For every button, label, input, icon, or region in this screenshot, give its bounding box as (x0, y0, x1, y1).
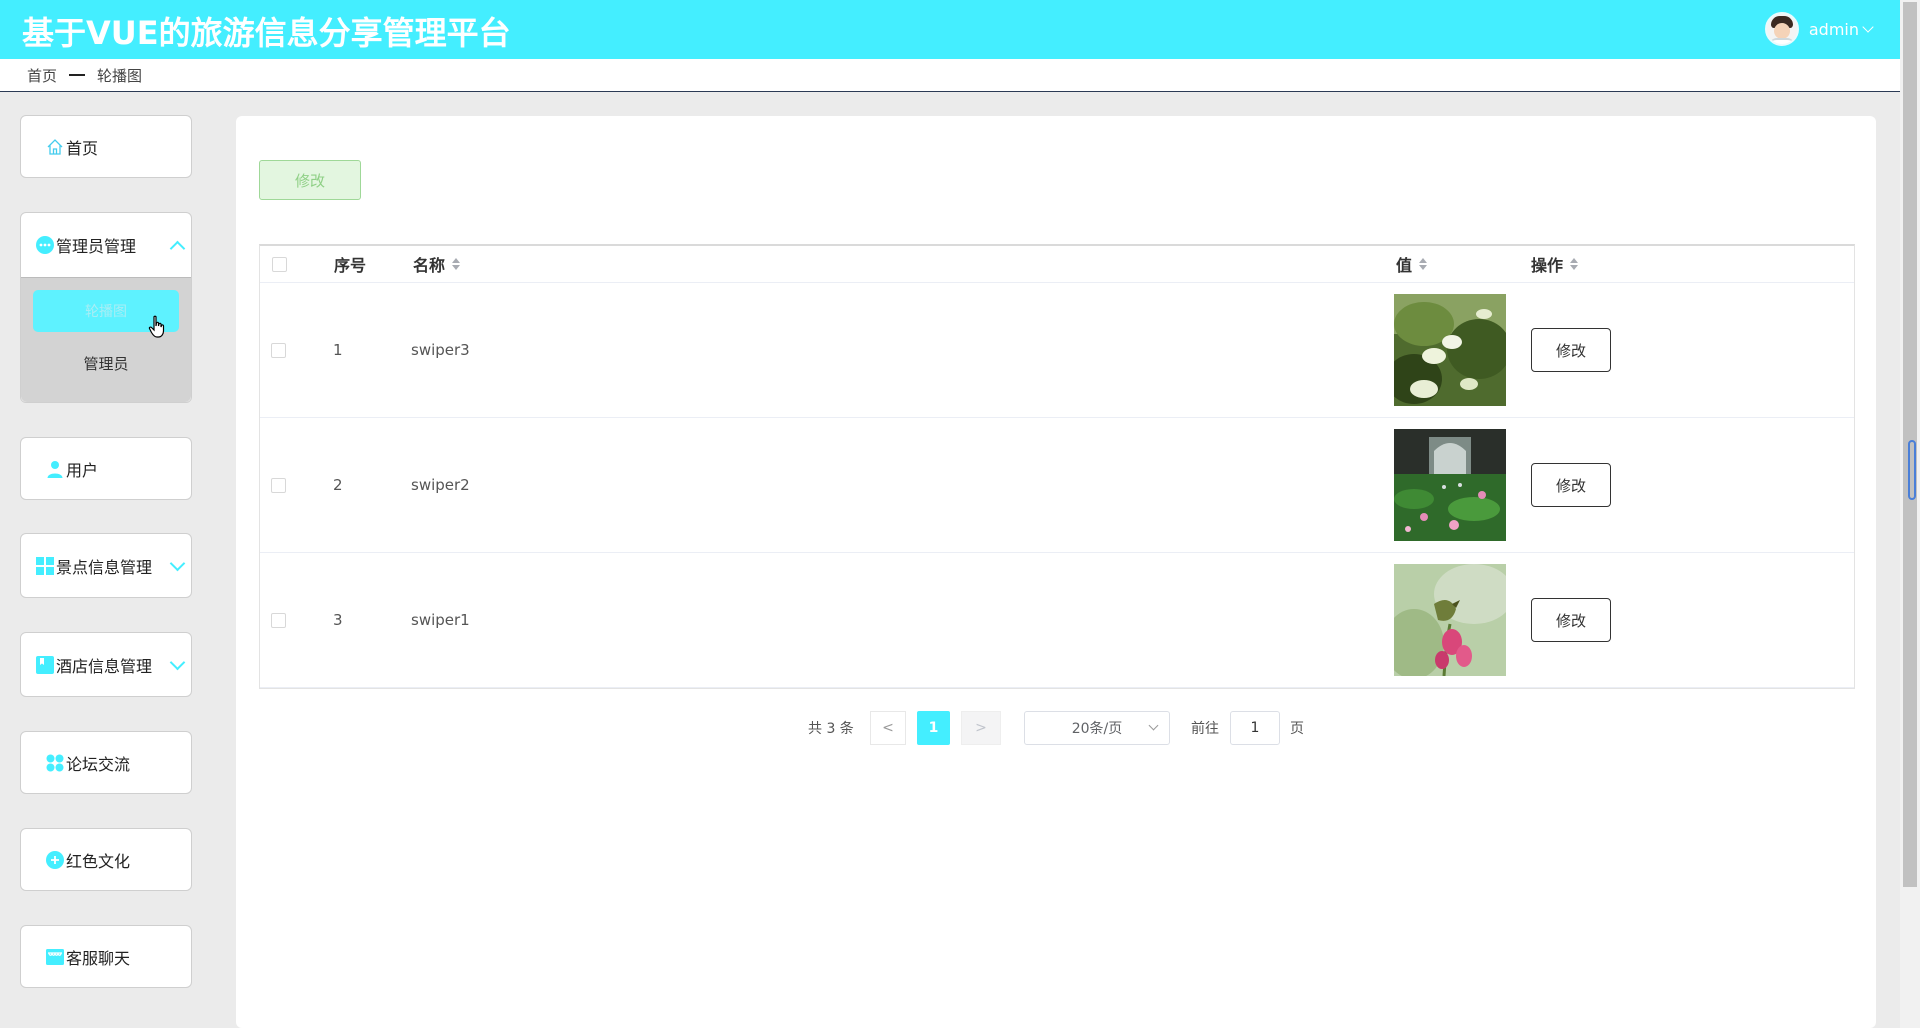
pointer-cursor-icon (148, 315, 165, 338)
chevron-down-icon[interactable] (169, 654, 186, 671)
bookmark-icon (36, 655, 54, 674)
breadcrumb-home[interactable]: 首页 (27, 65, 57, 86)
sidebar-item-label: 首页 (66, 138, 99, 158)
user-menu[interactable]: admin (1764, 12, 1874, 46)
pagination: 共 3 条 < 1 > 20条/页 前往 1 页 (236, 711, 1876, 745)
goto-label: 前往 (1191, 721, 1219, 737)
grid-icon (36, 556, 54, 575)
home-icon (46, 138, 64, 156)
table-header: 序号 名称 值 操作 (260, 246, 1854, 283)
add-circle-icon (46, 850, 64, 869)
goto-page-input[interactable]: 1 (1230, 711, 1280, 745)
row-name: swiper3 (411, 341, 470, 359)
table-row: 2 swiper2 修改 (260, 418, 1854, 553)
sidebar-item-label: 红色文化 (66, 851, 131, 871)
edit-button[interactable]: 修改 (259, 160, 361, 200)
admin-submenu: 轮播图 管理员 (21, 277, 191, 402)
column-header-index: 序号 (334, 256, 367, 275)
swiper-thumbnail-image (1394, 294, 1506, 406)
breadcrumb: 首页 轮播图 (0, 59, 1900, 92)
row-checkbox[interactable] (271, 612, 286, 628)
sidebar-subitem-admin[interactable]: 管理员 (33, 338, 179, 388)
chevron-down-icon[interactable] (169, 555, 186, 572)
sidebar-item-admin-mgmt[interactable]: 管理员管理 (21, 213, 191, 277)
table-row: 1 swiper3 修改 (260, 283, 1854, 418)
row-index: 1 (333, 341, 343, 359)
swiper-thumbnail-image (1394, 429, 1506, 541)
row-index: 2 (333, 476, 343, 494)
row-edit-button[interactable]: 修改 (1531, 598, 1611, 642)
sidebar-item-forum[interactable]: 论坛交流 (20, 731, 192, 794)
pagination-page-1[interactable]: 1 (917, 711, 950, 745)
sidebar-item-label: 论坛交流 (66, 754, 131, 774)
breadcrumb-current: 轮播图 (97, 66, 143, 85)
sidebar-item-label: 酒店信息管理 (56, 656, 153, 676)
pagination-next-button[interactable]: > (961, 711, 1001, 745)
sidebar-item-home[interactable]: 首页 (20, 115, 192, 178)
page-size-select[interactable]: 20条/页 (1024, 711, 1170, 745)
sidebar-item-hotel[interactable]: 酒店信息管理 (20, 632, 192, 697)
pagination-total: 共 3 条 (808, 721, 854, 737)
page-scrollbar[interactable] (1900, 0, 1920, 1028)
sort-icon[interactable] (1570, 258, 1579, 270)
sidebar-item-users[interactable]: 用户 (20, 437, 192, 500)
row-name: swiper1 (411, 611, 470, 629)
sort-icon[interactable] (1419, 258, 1428, 270)
select-all-checkbox[interactable] (272, 256, 287, 272)
column-header-name[interactable]: 名称 (413, 246, 461, 282)
sidebar-item-chat[interactable]: 客服聊天 (20, 925, 192, 988)
sidebar-item-label: 管理员管理 (56, 237, 137, 256)
more-icon (36, 236, 54, 254)
username[interactable]: admin (1809, 20, 1859, 39)
sidebar-item-red-culture[interactable]: 红色文化 (20, 828, 192, 891)
row-name: swiper2 (411, 476, 470, 494)
chevron-down-icon[interactable] (1862, 21, 1874, 33)
pagination-prev-button[interactable]: < (870, 711, 906, 745)
row-edit-button[interactable]: 修改 (1531, 463, 1611, 507)
apps-icon (46, 754, 64, 772)
top-header: 基于VUE的旅游信息分享管理平台 admin (0, 0, 1900, 59)
sidebar-group-admin: 管理员管理 轮播图 管理员 (20, 212, 192, 403)
swiper-thumbnail-image (1394, 564, 1506, 676)
chevron-up-icon[interactable] (169, 240, 186, 257)
breadcrumb-separator (69, 74, 86, 76)
sidebar-item-label: 用户 (66, 460, 99, 480)
sidebar-item-scenic[interactable]: 景点信息管理 (20, 533, 192, 598)
app-title: 基于VUE的旅游信息分享管理平台 (22, 14, 511, 52)
sidebar-item-label: 客服聊天 (66, 948, 131, 968)
sidebar-item-label: 景点信息管理 (56, 557, 153, 577)
main-content: 修改 序号 名称 值 操作 1 swiper3 修改 2 swiper2 修改 … (236, 116, 1876, 1028)
data-table: 序号 名称 值 操作 1 swiper3 修改 2 swiper2 修改 3 s… (259, 244, 1855, 689)
sidebar: 首页 管理员管理 轮播图 管理员 用户 景点信息管理 酒店信息管理 论坛交流 红… (0, 93, 214, 1028)
row-checkbox[interactable] (271, 342, 286, 358)
page-size-value: 20条/页 (1071, 721, 1123, 737)
column-header-action[interactable]: 操作 (1531, 246, 1579, 282)
shop-icon (46, 948, 64, 966)
user-icon (46, 460, 64, 478)
row-edit-button[interactable]: 修改 (1531, 328, 1611, 372)
row-checkbox[interactable] (271, 477, 286, 493)
scroll-indicator (1908, 440, 1916, 500)
column-header-value[interactable]: 值 (1396, 246, 1428, 282)
avatar[interactable] (1764, 12, 1799, 46)
row-index: 3 (333, 611, 343, 629)
sort-icon[interactable] (452, 258, 461, 270)
chevron-down-icon (1148, 720, 1159, 731)
table-row: 3 swiper1 修改 (260, 553, 1854, 688)
page-suffix: 页 (1290, 721, 1304, 737)
